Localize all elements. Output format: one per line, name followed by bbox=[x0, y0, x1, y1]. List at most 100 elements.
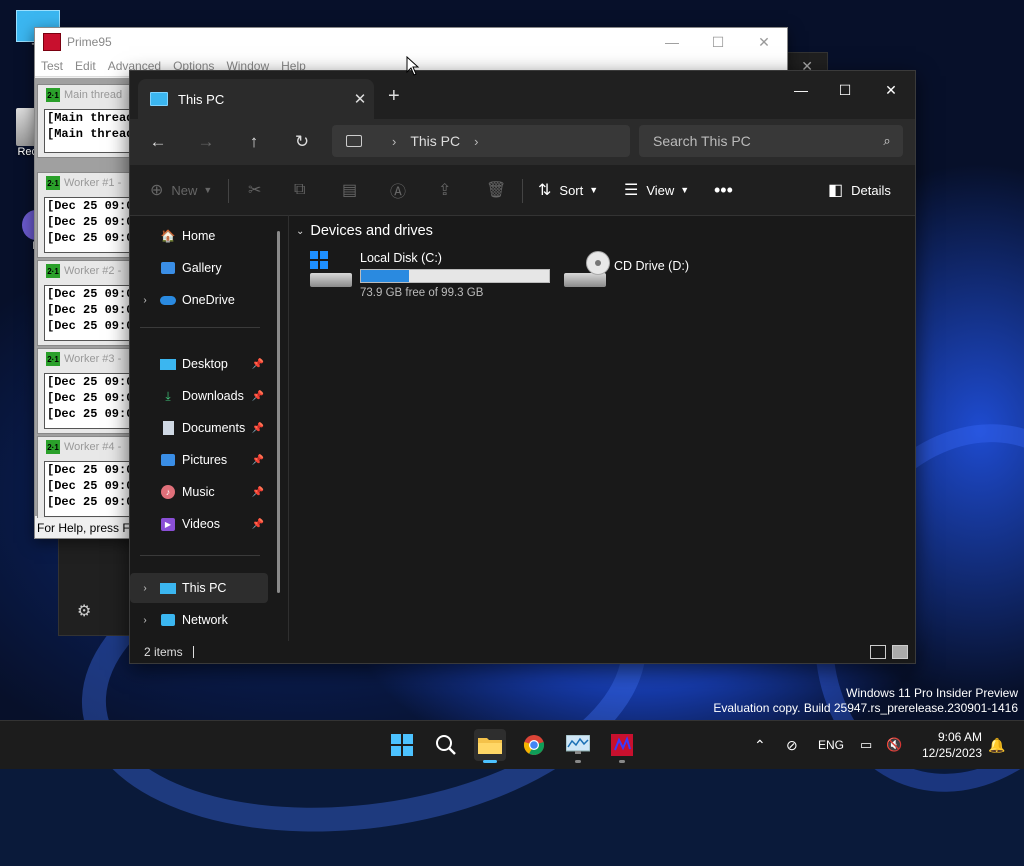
pin-icon[interactable]: 📌 bbox=[252, 391, 264, 402]
log-line: [Dec 25 09:00 bbox=[47, 375, 129, 389]
tab-this-pc[interactable]: This PC ✕ bbox=[138, 79, 374, 119]
maximize-button[interactable]: ☐ bbox=[695, 34, 741, 51]
nav-item-music[interactable]: ♪ Music 📌 bbox=[130, 477, 268, 507]
back-button[interactable]: ← bbox=[142, 127, 174, 157]
search-button[interactable] bbox=[430, 729, 462, 761]
nav-item-this-pc[interactable]: › This PC bbox=[130, 573, 268, 603]
menu-edit[interactable]: Edit bbox=[75, 59, 96, 73]
search-input[interactable]: Search This PC ⌕ bbox=[639, 125, 903, 157]
up-button[interactable]: ↑ bbox=[238, 127, 270, 157]
chevron-down-icon: ▼ bbox=[680, 185, 690, 195]
log-line: [Dec 25 09:00 bbox=[47, 407, 129, 421]
rename-button[interactable]: Ⓐ bbox=[390, 175, 414, 205]
desktop-background: Th Recy K ✕ ⚙ Prime95 — ☐ ✕ Test Edit Ad… bbox=[0, 0, 1024, 866]
more-options-button[interactable]: ••• bbox=[714, 175, 733, 205]
nav-item-documents[interactable]: Documents 📌 bbox=[130, 413, 268, 443]
pane-splitter[interactable] bbox=[288, 215, 289, 641]
forward-button[interactable]: → bbox=[190, 127, 222, 157]
worker-3-window[interactable]: 2·1 Worker #3 - [Dec 25 09:00 [Dec 25 09:… bbox=[37, 348, 131, 434]
breadcrumb-this-pc[interactable]: This PC bbox=[410, 133, 460, 149]
prime95-title: Prime95 bbox=[67, 35, 112, 49]
close-button[interactable]: ✕ bbox=[868, 75, 914, 105]
language-indicator[interactable]: ENG bbox=[818, 721, 844, 769]
start-button[interactable] bbox=[386, 729, 418, 761]
close-button[interactable]: ✕ bbox=[741, 34, 787, 51]
address-bar[interactable]: › This PC › bbox=[332, 125, 630, 157]
share-button[interactable]: ⇪ bbox=[438, 175, 459, 205]
nav-label: Desktop bbox=[182, 357, 228, 371]
paste-button[interactable]: ▤ bbox=[342, 175, 365, 205]
tray-network-status[interactable]: ⊘ bbox=[786, 721, 798, 769]
refresh-button[interactable]: ↻ bbox=[286, 127, 318, 157]
share-icon: ⇪ bbox=[438, 182, 452, 199]
nav-item-downloads[interactable]: ⤓ Downloads 📌 bbox=[130, 381, 268, 411]
new-tab-button[interactable]: + bbox=[388, 85, 400, 108]
child-title: Worker #4 - bbox=[64, 441, 122, 453]
minimize-button[interactable]: — bbox=[778, 75, 824, 105]
delete-button[interactable]: 🗑 bbox=[486, 175, 514, 205]
new-button[interactable]: ⊕ New ▼ bbox=[150, 175, 212, 205]
nav-item-onedrive[interactable]: › OneDrive bbox=[130, 285, 268, 315]
nav-item-desktop[interactable]: Desktop 📌 bbox=[130, 349, 268, 379]
nav-item-gallery[interactable]: Gallery bbox=[130, 253, 268, 283]
taskbar-file-explorer[interactable] bbox=[474, 729, 506, 763]
devices-group-header[interactable]: ⌄ Devices and drives bbox=[296, 223, 433, 239]
gear-icon[interactable]: ⚙ bbox=[77, 601, 91, 620]
notification-button[interactable]: 🔔 bbox=[988, 721, 1005, 769]
child-title: Worker #2 - bbox=[64, 265, 122, 277]
tray-display-icon[interactable]: ▭ bbox=[860, 721, 872, 769]
command-bar: ⊕ New ▼ ✂ ⧉ ▤ Ⓐ ⇪ 🗑 ⇅ Sort ▼ ☰ View ▼ ••• ◧ Det… bbox=[130, 165, 915, 216]
pin-icon[interactable]: 📌 bbox=[252, 423, 264, 434]
tray-volume-icon[interactable]: 🔇 bbox=[886, 721, 902, 769]
view-button[interactable]: ☰ View ▼ bbox=[624, 175, 689, 205]
file-explorer-window[interactable]: This PC ✕ + — ☐ ✕ ← → ↑ ↻ › This PC › Se… bbox=[129, 70, 916, 664]
chevron-right-icon[interactable]: › bbox=[130, 583, 160, 594]
nav-item-network[interactable]: › Network bbox=[130, 605, 268, 635]
taskbar-resource-monitor[interactable] bbox=[562, 729, 594, 763]
system-clock[interactable]: 9:06 AM 12/25/2023 bbox=[922, 729, 982, 761]
cut-button[interactable]: ✂ bbox=[248, 175, 269, 205]
copy-button[interactable]: ⧉ bbox=[294, 175, 313, 205]
tray-overflow-chevron[interactable]: ⌃ bbox=[754, 721, 766, 769]
chevron-right-icon[interactable]: › bbox=[392, 134, 396, 149]
close-tab-icon[interactable]: ✕ bbox=[346, 90, 374, 108]
chevron-right-icon[interactable]: › bbox=[130, 615, 160, 626]
prime95-titlebar[interactable]: Prime95 — ☐ ✕ bbox=[35, 28, 787, 56]
nav-scrollbar[interactable] bbox=[277, 231, 280, 593]
display-icon: ▭ bbox=[860, 737, 873, 752]
chevron-right-icon[interactable]: › bbox=[130, 295, 160, 306]
pin-icon[interactable]: 📌 bbox=[252, 487, 264, 498]
navigation-pane: 🏠 Home Gallery › OneDrive Desktop 📌 ⤓ Downlo… bbox=[130, 215, 288, 641]
pin-icon[interactable]: 📌 bbox=[252, 359, 264, 370]
taskbar-chrome[interactable] bbox=[518, 729, 550, 761]
drive-local-disk-c[interactable]: Local Disk (C:) 73.9 GB free of 99.3 GB bbox=[310, 251, 550, 299]
nav-item-videos[interactable]: ▶ Videos 📌 bbox=[130, 509, 268, 539]
log-line: [Dec 25 09:00 bbox=[47, 495, 129, 509]
taskbar-prime95[interactable] bbox=[606, 729, 638, 763]
sort-button[interactable]: ⇅ Sort ▼ bbox=[538, 175, 598, 205]
chevron-down-icon: ⌄ bbox=[296, 225, 305, 237]
worker-4-window[interactable]: 2·1 Worker #4 - [Dec 25 09:00 [Dec 25 09:… bbox=[37, 436, 131, 522]
worker-1-window[interactable]: 2·1 Worker #1 - [Dec 25 09:00 [Dec 25 09:… bbox=[37, 172, 131, 258]
pin-icon[interactable]: 📌 bbox=[252, 519, 264, 530]
minimize-button[interactable]: — bbox=[649, 34, 695, 50]
chevron-right-icon[interactable]: › bbox=[474, 134, 478, 149]
details-button[interactable]: ◧ Details bbox=[828, 175, 891, 205]
log-line: [Dec 25 09:00 bbox=[47, 215, 129, 229]
monitor-chart-icon bbox=[566, 735, 590, 754]
maximize-button[interactable]: ☐ bbox=[822, 75, 868, 105]
nav-item-home[interactable]: 🏠 Home bbox=[130, 221, 268, 251]
group-title: Devices and drives bbox=[310, 223, 433, 239]
pin-icon[interactable]: 📌 bbox=[252, 455, 264, 466]
folder-icon bbox=[478, 738, 502, 754]
search-icon[interactable]: ⌕ bbox=[871, 133, 903, 149]
large-icons-view-icon[interactable] bbox=[892, 645, 908, 659]
sort-label: Sort bbox=[559, 182, 584, 198]
menu-test[interactable]: Test bbox=[41, 59, 63, 73]
drive-cd-d[interactable]: CD Drive (D:) bbox=[564, 251, 689, 289]
main-thread-window[interactable]: 2·1 Main thread [Main thread [Main thread bbox=[37, 84, 131, 158]
home-icon: 🏠 bbox=[160, 229, 176, 243]
worker-2-window[interactable]: 2·1 Worker #2 - [Dec 25 09:00 [Dec 25 09:… bbox=[37, 260, 131, 346]
details-view-icon[interactable] bbox=[870, 645, 886, 659]
nav-item-pictures[interactable]: Pictures 📌 bbox=[130, 445, 268, 475]
